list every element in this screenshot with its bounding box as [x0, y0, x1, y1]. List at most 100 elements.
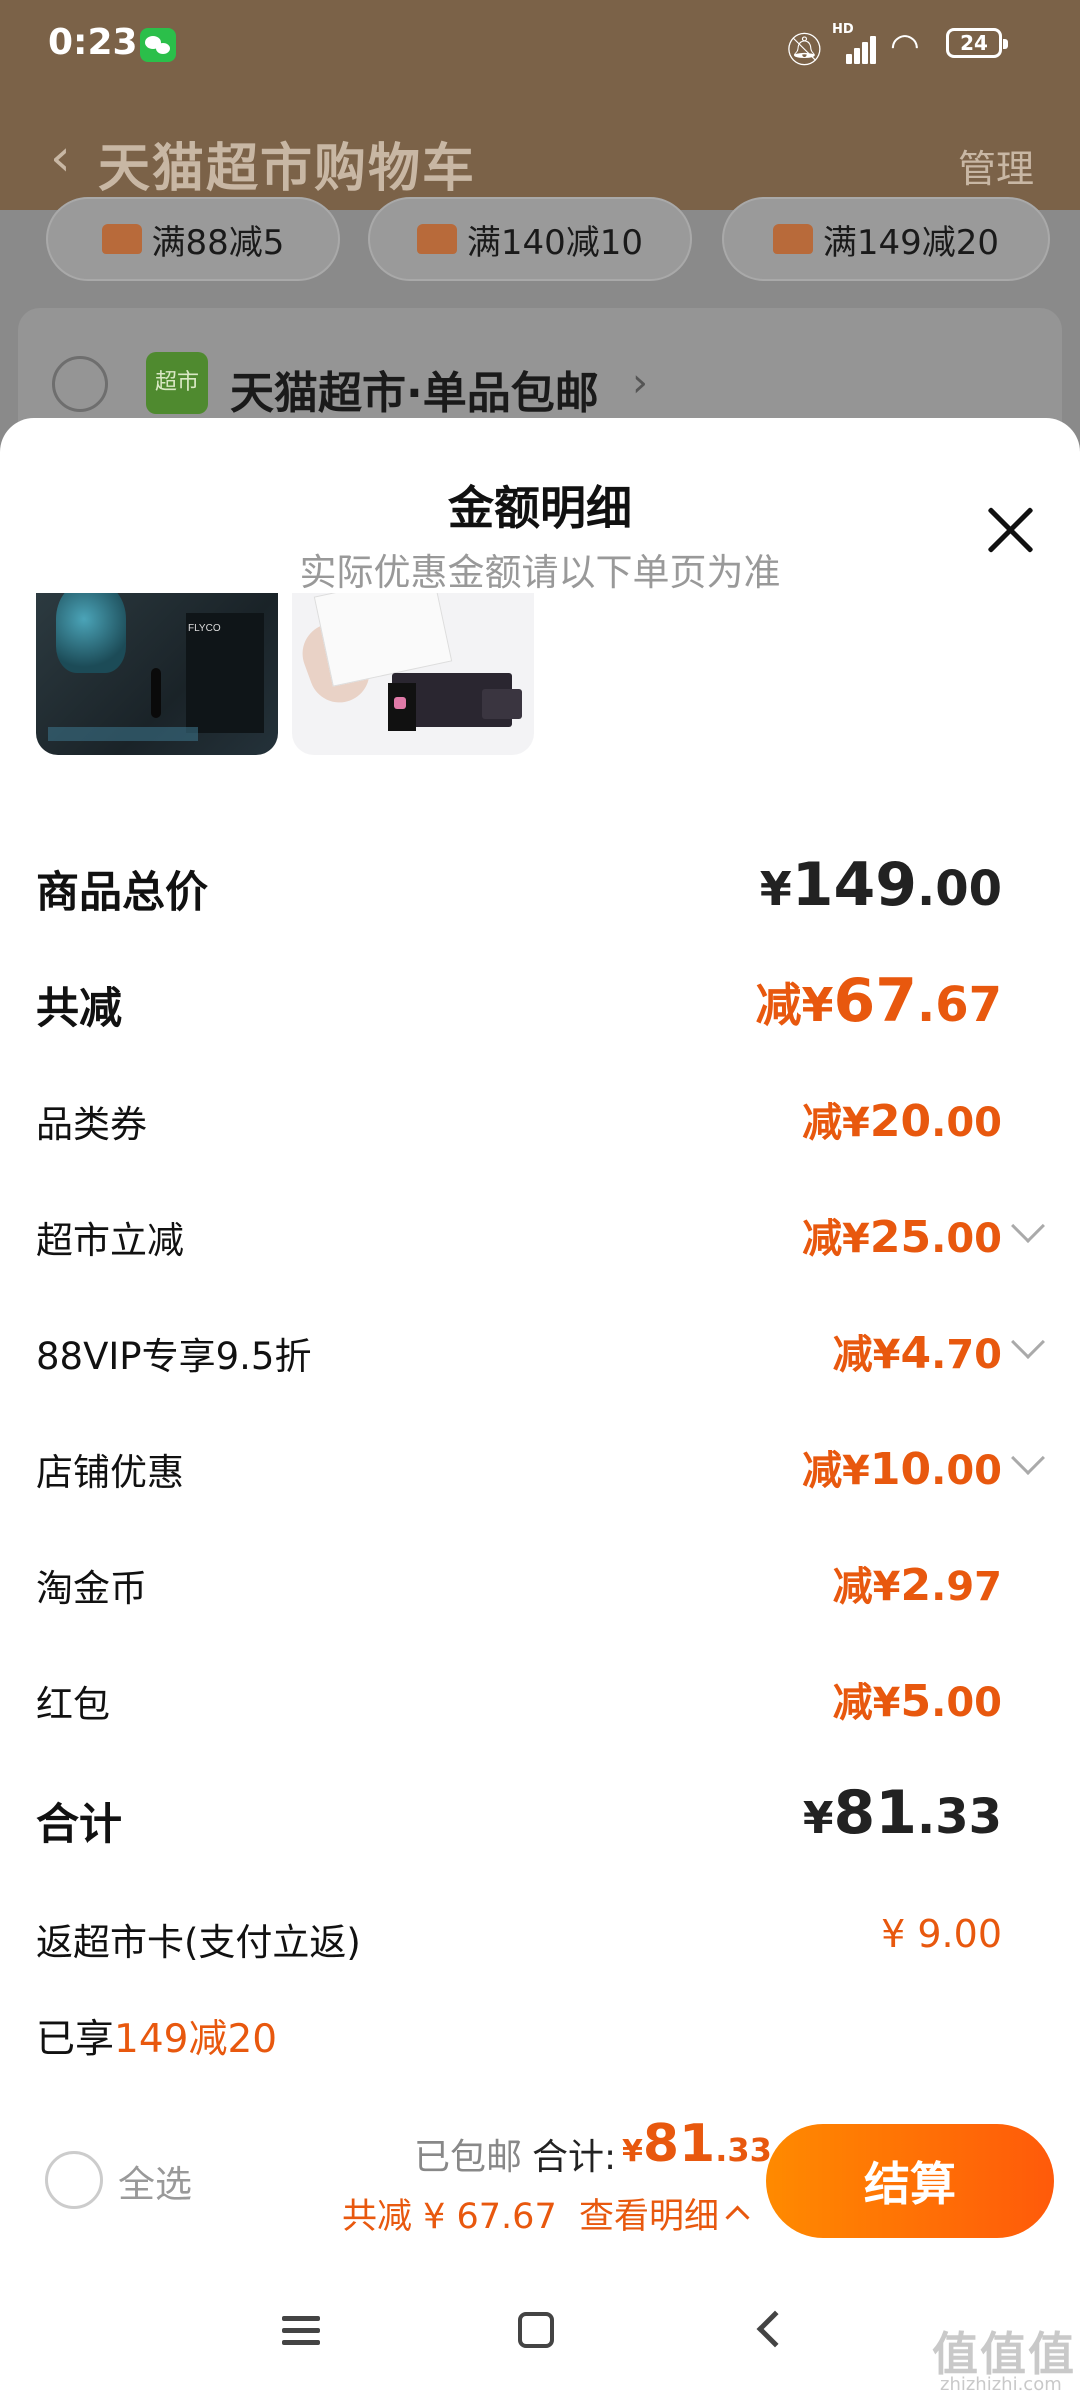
value-integer: 81: [642, 2114, 716, 2174]
amount-detail-sheet: 金额明细 实际优惠金额请以下单页为准 FLYCO 商品总价 ¥149.00 共减…: [0, 418, 1080, 2400]
row-label-cashback-card: 返超市卡(支付立返): [36, 1921, 361, 1964]
value-integer: 20: [869, 1096, 932, 1147]
grand-total-value: ¥81.33: [803, 1778, 1002, 1848]
promo-chip-label: 满140减10: [466, 222, 644, 263]
sheet-title: 金额明细: [448, 481, 632, 535]
view-details-label: 查看明细: [578, 2197, 719, 2237]
enjoyed-prefix: 已享: [36, 2017, 115, 2062]
value-decimal: .33: [916, 1789, 1002, 1845]
value-decimal: .67: [916, 977, 1002, 1033]
back-icon[interactable]: [756, 2310, 794, 2348]
mute-bell-icon: 🔕︎: [784, 30, 825, 68]
system-nav-bar: [0, 2280, 1080, 2400]
sum-value: ¥81.33: [622, 2114, 772, 2174]
page-title: 天猫超市购物车: [98, 139, 477, 199]
row-label-taojinbi: 淘金币: [36, 1567, 147, 1610]
promo-chip[interactable]: 满149减20: [722, 197, 1050, 281]
wechat-icon: [140, 28, 176, 62]
row-label-red-packet: 红包: [36, 1683, 110, 1726]
row-label-goods-total: 商品总价: [36, 868, 208, 918]
value-integer: 81: [833, 1778, 917, 1848]
status-bar: 0:23 🔕︎ HD ◠ 24: [0, 0, 1080, 92]
store-select-radio[interactable]: [52, 356, 108, 412]
status-time: 0:23: [48, 22, 138, 63]
value-prefix: 减¥: [802, 1448, 870, 1494]
battery-icon: 24: [946, 28, 1008, 58]
thumb-caption-strip: [48, 727, 198, 741]
currency: ¥: [802, 1793, 834, 1844]
shaver-head-shape: [56, 593, 126, 673]
home-icon[interactable]: [518, 2312, 554, 2348]
chevron-down-icon[interactable]: [1011, 1209, 1045, 1243]
row-label-total-discount: 共减: [36, 984, 122, 1034]
promo-chip[interactable]: 满140减10: [368, 197, 692, 281]
value-decimal: .00: [931, 1448, 1002, 1494]
signal-icon: [832, 28, 878, 64]
store-bag-icon: [101, 224, 142, 254]
promo-chip[interactable]: 满88减5: [46, 197, 340, 281]
row-label-grand-total: 合计: [36, 1800, 122, 1850]
value-decimal: .00: [931, 1100, 1002, 1146]
product-thumbnail-blotting-paper[interactable]: [292, 593, 534, 755]
row-label-store-offer[interactable]: 店铺优惠: [36, 1442, 184, 1496]
view-details-toggle[interactable]: 共减 ¥ 67.67 查看明细: [342, 2188, 750, 2239]
enjoyed-highlight: 149减20: [114, 2017, 278, 2062]
tmall-supermarket-logo: 超市: [146, 352, 208, 414]
value-prefix: 减¥: [832, 1564, 901, 1610]
cable-shape: [151, 668, 161, 718]
value-integer: 5: [900, 1676, 932, 1727]
promo-chip-label: 满88减5: [151, 222, 285, 263]
back-chevron-icon[interactable]: ‹: [50, 128, 71, 188]
currency: ¥: [622, 2134, 643, 2169]
value-prefix: 减¥: [802, 1100, 870, 1146]
tag-shape: [482, 689, 522, 719]
promo-chip-label: 满149减20: [822, 222, 1000, 263]
value-decimal: .33: [715, 2131, 772, 2169]
menu-icon[interactable]: [282, 2316, 320, 2346]
row-label-category-coupon: 品类券: [36, 1103, 147, 1146]
supermarket-discount-value[interactable]: 减¥25.00: [802, 1206, 1002, 1264]
category-coupon-value: 减¥20.00: [802, 1090, 1002, 1148]
store-offer-value[interactable]: 减¥10.00: [802, 1438, 1002, 1496]
value-prefix: 减¥: [755, 978, 834, 1032]
store-name[interactable]: 天猫超市·单品包邮: [230, 357, 599, 421]
select-all-radio[interactable]: [45, 2151, 103, 2209]
chevron-up-icon: [725, 2205, 750, 2230]
chevron-down-icon[interactable]: [1011, 1325, 1045, 1359]
store-bag-icon: [416, 224, 457, 254]
row-label-88vip[interactable]: 88VIP专享9.5折: [36, 1326, 311, 1380]
vip-discount-value[interactable]: 减¥4.70: [833, 1322, 1002, 1380]
row-label-supermarket-discount[interactable]: 超市立减: [36, 1210, 184, 1264]
value-decimal: .00: [916, 861, 1002, 917]
value-decimal: .00: [931, 1216, 1002, 1262]
checkout-button[interactable]: 结算: [766, 2124, 1054, 2238]
wifi-icon: ◠: [890, 26, 920, 66]
value-decimal: .00: [931, 1680, 1002, 1726]
sum-label: 合计:: [532, 2137, 617, 2178]
total-discount-summary: 共减 ¥ 67.67: [342, 2197, 557, 2237]
goods-total-value: ¥149.00: [760, 850, 1002, 920]
value-integer: 67: [833, 966, 917, 1036]
watermark-url: zhizhizhi.com: [940, 2374, 1062, 2395]
currency: ¥: [759, 862, 792, 916]
manage-button[interactable]: 管理: [958, 138, 1034, 193]
select-all-label[interactable]: 全选: [118, 2154, 192, 2208]
sheet-subtitle: 实际优惠金额请以下单页为准: [299, 551, 781, 594]
red-packet-value: 减¥5.00: [833, 1670, 1002, 1728]
value-prefix: 减¥: [832, 1680, 901, 1726]
cashback-card-value: ¥ 9.00: [881, 1912, 1002, 1956]
value-prefix: 减¥: [832, 1332, 901, 1378]
value-decimal: .97: [931, 1564, 1002, 1610]
close-icon[interactable]: [984, 504, 1036, 556]
value-prefix: 减¥: [802, 1216, 870, 1262]
chevron-right-icon[interactable]: ›: [632, 360, 648, 406]
value-decimal: .70: [931, 1332, 1002, 1378]
product-thumbnail-shaver[interactable]: FLYCO: [36, 593, 278, 755]
value-integer: 10: [869, 1444, 932, 1495]
store-bag-icon: [772, 224, 813, 254]
brand-text: FLYCO: [188, 623, 221, 634]
chevron-down-icon[interactable]: [1011, 1441, 1045, 1475]
taojinbi-value: 减¥2.97: [833, 1554, 1002, 1612]
free-shipping-label: 已包邮: [414, 2137, 523, 2178]
pink-logo-shape: [394, 697, 406, 709]
